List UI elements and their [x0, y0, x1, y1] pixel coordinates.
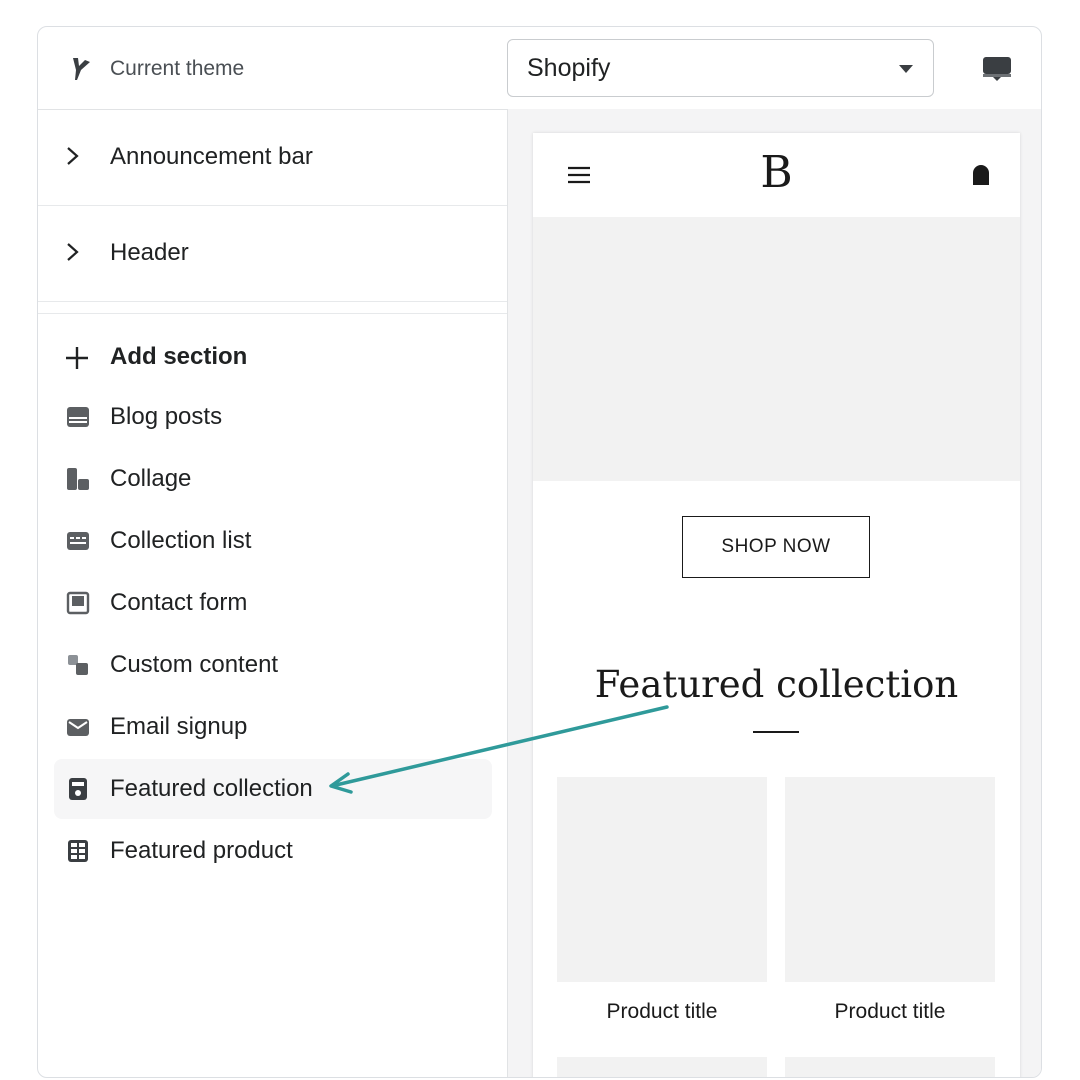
- add-section-button[interactable]: Add section: [64, 341, 464, 375]
- section-item-label: Contact form: [110, 589, 248, 616]
- section-item-label: Collage: [110, 465, 192, 492]
- featured-collection-title: Featured collection: [594, 663, 959, 706]
- chevron-right-icon: [67, 243, 79, 261]
- section-item-email-signup[interactable]: Email signup: [54, 697, 492, 757]
- collage-icon: [67, 468, 89, 490]
- section-item-label: Featured collection: [110, 775, 313, 802]
- section-item-label: Featured product: [110, 837, 293, 864]
- section-item-custom-content[interactable]: Custom content: [54, 635, 492, 695]
- featured-collection-icon: [69, 778, 87, 800]
- section-item-collection-list[interactable]: Collection list: [54, 511, 492, 571]
- chevron-right-icon: [67, 147, 79, 165]
- section-item-label: Blog posts: [110, 403, 223, 430]
- section-item-label: Email signup: [110, 713, 248, 740]
- brush-icon: [73, 58, 90, 80]
- section-item-featured-collection[interactable]: Featured collection: [54, 759, 492, 819]
- top-bar: Current theme Shopify: [38, 27, 1041, 110]
- theme-editor-window: Current theme Shopify Announcement bar H…: [37, 26, 1042, 1078]
- desktop-icon[interactable]: [981, 55, 1013, 83]
- section-item-blog-posts[interactable]: Blog posts: [54, 387, 492, 447]
- cart-icon[interactable]: [971, 163, 991, 187]
- section-item-label: Custom content: [110, 651, 279, 678]
- section-item-collage[interactable]: Collage: [54, 449, 492, 509]
- collection-list-icon: [67, 532, 89, 550]
- theme-select[interactable]: Shopify: [507, 39, 934, 97]
- current-theme-label: Current theme: [110, 57, 245, 80]
- store-logo: B: [760, 147, 793, 198]
- product-image-placeholder[interactable]: [785, 777, 995, 982]
- theme-select-value: Shopify: [527, 54, 611, 82]
- section-item-contact-form[interactable]: Contact form: [54, 573, 492, 633]
- shop-now-button[interactable]: SHOP NOW: [682, 516, 870, 578]
- plus-icon: [66, 347, 88, 369]
- product-title[interactable]: Product title: [557, 1000, 767, 1024]
- sidebar: Announcement bar Header Add section Blog…: [38, 109, 507, 1077]
- contact-form-icon: [66, 591, 90, 615]
- hero-image-placeholder: [533, 217, 1020, 481]
- sidebar-item-header[interactable]: Header: [38, 205, 507, 302]
- custom-content-icon: [68, 655, 88, 675]
- section-item-label: Collection list: [110, 527, 252, 554]
- preview-header: B: [533, 133, 1020, 217]
- product-image-placeholder[interactable]: [785, 1057, 995, 1077]
- sidebar-item-label: Header: [110, 239, 189, 266]
- section-item-featured-product[interactable]: Featured product: [54, 821, 492, 881]
- sidebar-item-announcement-bar[interactable]: Announcement bar: [38, 109, 507, 206]
- chevron-down-icon: [899, 65, 913, 73]
- divider: [38, 313, 507, 314]
- title-underline: [753, 731, 799, 733]
- product-title[interactable]: Product title: [785, 1000, 995, 1024]
- email-icon: [67, 719, 89, 736]
- product-image-placeholder[interactable]: [557, 777, 767, 982]
- sidebar-item-label: Announcement bar: [110, 143, 313, 170]
- featured-product-icon: [68, 840, 88, 862]
- blog-posts-icon: [67, 407, 89, 427]
- add-section-label: Add section: [110, 343, 248, 370]
- product-image-placeholder[interactable]: [557, 1057, 767, 1077]
- store-preview: B SHOP NOW Featured collection Product t…: [533, 133, 1020, 1077]
